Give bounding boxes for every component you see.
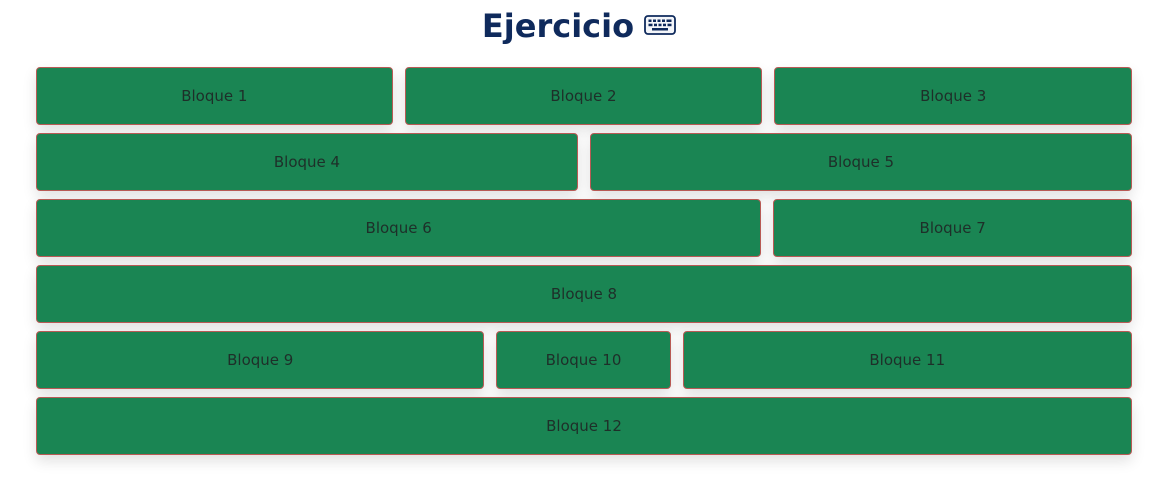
row-4: Bloque 8 [36,265,1132,323]
block-1: Bloque 1 [36,67,393,125]
block-5: Bloque 5 [590,133,1132,191]
block-3: Bloque 3 [774,67,1133,125]
row-3: Bloque 6 Bloque 7 [36,199,1132,257]
block-7: Bloque 7 [773,199,1132,257]
block-9: Bloque 9 [36,331,485,389]
page-title: Ejercicio [0,4,1158,48]
block-4: Bloque 4 [36,133,578,191]
row-5: Bloque 9 Bloque 10 Bloque 11 [36,331,1132,389]
block-6: Bloque 6 [36,199,762,257]
block-2: Bloque 2 [404,67,763,125]
row-2: Bloque 4 Bloque 5 [36,133,1132,191]
row-1: Bloque 1 Bloque 2 Bloque 3 [36,67,1133,125]
block-11: Bloque 11 [682,331,1132,389]
block-8: Bloque 8 [36,265,1132,323]
block-12: Bloque 12 [36,397,1132,455]
row-6: Bloque 12 [36,397,1132,455]
blocks-grid: Bloque 1 Bloque 2 Bloque 3 Bloque 4 Bloq… [36,67,1133,455]
keyboard-icon [644,15,676,35]
page-title-text: Ejercicio [481,7,635,45]
block-10: Bloque 10 [496,331,671,389]
